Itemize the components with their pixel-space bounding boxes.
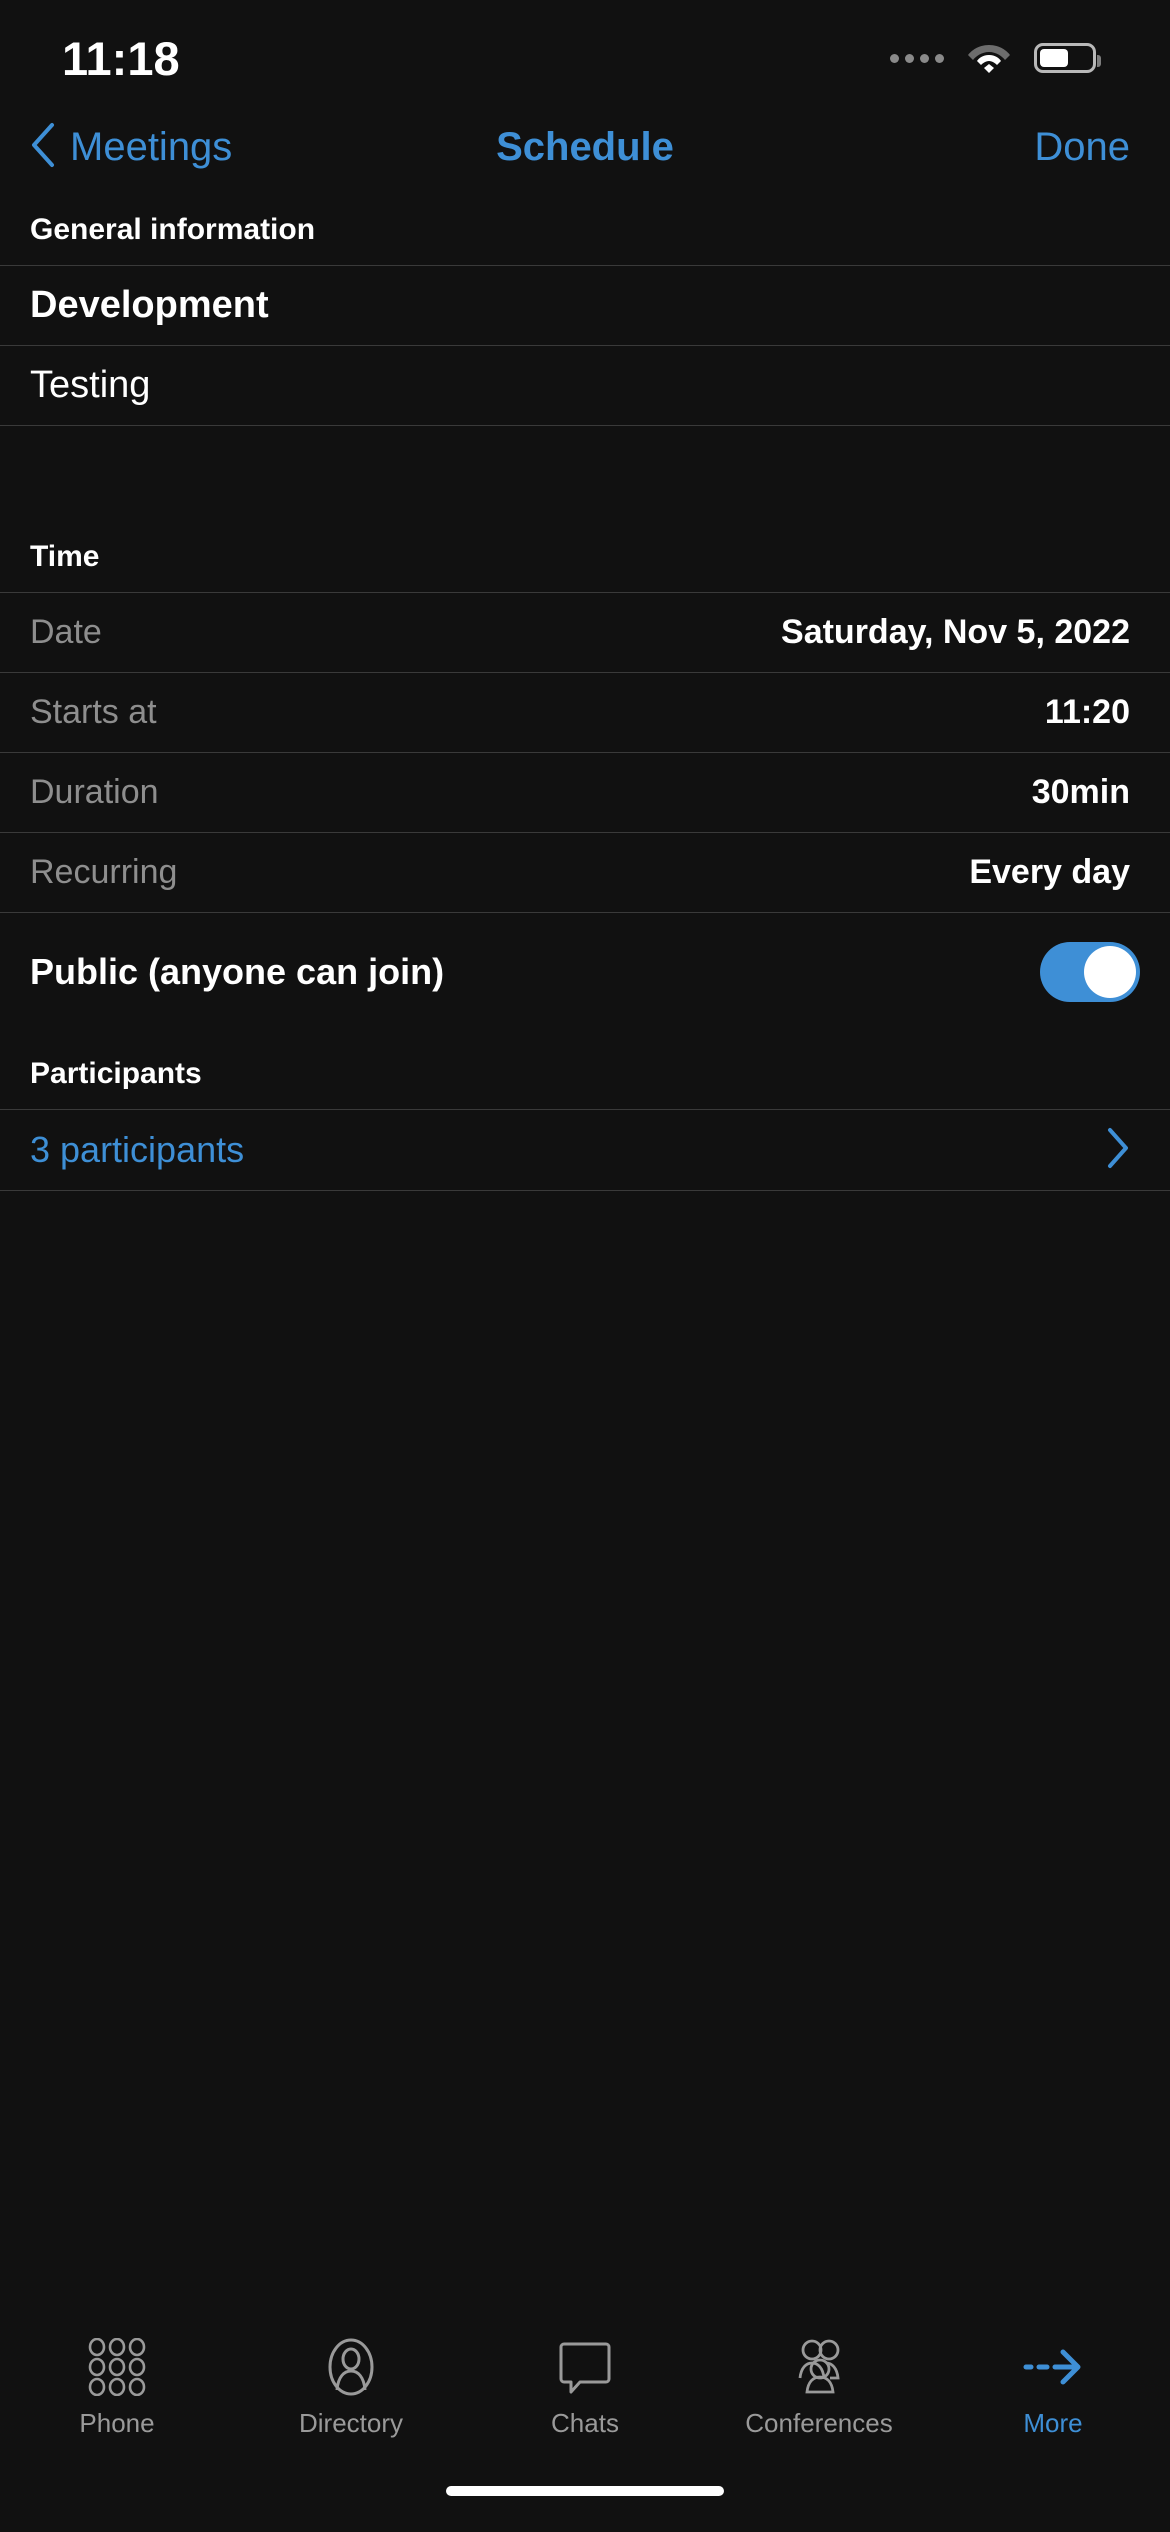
row-duration[interactable]: Duration 30min (0, 753, 1170, 832)
navigation-bar: Meetings Schedule Done (0, 108, 1170, 187)
list-item-testing[interactable]: Testing (0, 346, 1170, 425)
row-value: 30min (1031, 773, 1130, 811)
tab-label: More (1023, 2408, 1083, 2438)
dashed-arrow-right-icon (1022, 2338, 1084, 2396)
row-label: Duration (30, 773, 159, 811)
list-item-development[interactable]: Development (0, 266, 1170, 345)
row-value: Saturday, Nov 5, 2022 (781, 613, 1130, 651)
back-button-label: Meetings (70, 125, 233, 169)
public-toggle-switch[interactable] (1040, 942, 1140, 1002)
participants-link-label: 3 participants (30, 1129, 245, 1170)
row-starts-at[interactable]: Starts at 11:20 (0, 673, 1170, 752)
status-bar: 11:18 (0, 0, 1170, 108)
back-button[interactable]: Meetings (0, 122, 232, 173)
contact-person-icon (322, 2338, 380, 2396)
speech-bubble-icon (556, 2338, 614, 2396)
row-value: 11:20 (1044, 693, 1130, 731)
empty-space (0, 1191, 1170, 2320)
chevron-left-icon (30, 122, 56, 173)
chevron-right-icon (1106, 1127, 1130, 1174)
row-public[interactable]: Public (anyone can join) (0, 913, 1170, 1031)
tab-label: Directory (298, 2408, 403, 2438)
list-item-label: Testing (30, 364, 151, 406)
tab-bar: Phone Directory Chats Conferences More (0, 2320, 1170, 2472)
settings-list: General information Development Testing … (0, 187, 1170, 2320)
row-date[interactable]: Date Saturday, Nov 5, 2022 (0, 593, 1170, 672)
section-header-general: General information (30, 213, 316, 246)
row-label: Starts at (30, 693, 157, 731)
tab-label: Phone (79, 2408, 155, 2438)
row-participants[interactable]: 3 participants (0, 1110, 1170, 1190)
tab-phone[interactable]: Phone (0, 2338, 234, 2439)
status-indicators (890, 31, 1101, 78)
app-screen: 11:18 Meetings Schedule Done General inf… (0, 0, 1170, 2532)
battery-icon (1034, 43, 1101, 73)
row-recurring[interactable]: Recurring Every day (0, 833, 1170, 912)
tab-label: Chats (551, 2408, 619, 2438)
section-header-participants: Participants (30, 1057, 202, 1090)
tab-conferences[interactable]: Conferences (702, 2338, 936, 2439)
row-label: Date (30, 613, 102, 651)
status-time: 11:18 (62, 31, 180, 85)
wifi-icon (966, 39, 1012, 78)
section-header-time: Time (30, 540, 100, 573)
toggle-knob (1084, 946, 1136, 998)
section-spacer (0, 426, 1170, 514)
done-button[interactable]: Done (1034, 125, 1170, 170)
tab-chats[interactable]: Chats (468, 2338, 702, 2439)
row-value: Every day (969, 853, 1130, 891)
home-indicator[interactable] (446, 2486, 724, 2496)
people-group-icon (788, 2338, 850, 2396)
tab-directory[interactable]: Directory (234, 2338, 468, 2439)
home-indicator-area (0, 2472, 1170, 2532)
row-label: Recurring (30, 853, 178, 891)
list-item-label: Development (30, 284, 269, 326)
signal-dots-icon (890, 53, 944, 63)
tab-more[interactable]: More (936, 2338, 1170, 2439)
public-toggle-label: Public (anyone can join) (30, 951, 445, 992)
dialpad-icon (87, 2338, 147, 2396)
tab-label: Conferences (745, 2408, 893, 2438)
